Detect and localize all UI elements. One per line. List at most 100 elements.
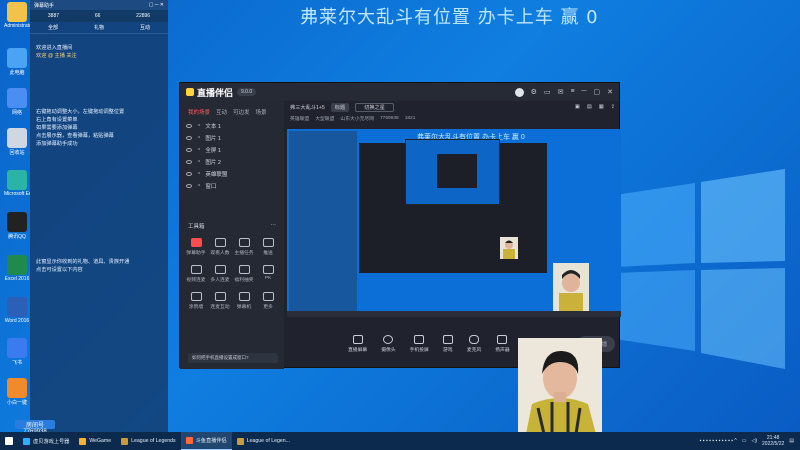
taskbar-item[interactable]: League of Legen... — [232, 432, 295, 450]
desktop-icon-recycle-bin[interactable]: 回收站 — [4, 128, 30, 156]
monitor-icon — [352, 335, 363, 344]
eye-icon[interactable] — [186, 148, 192, 152]
screen-icon[interactable]: ▭ — [544, 88, 551, 97]
qq-icon — [7, 212, 27, 232]
tool-more[interactable]: 更多 — [256, 292, 280, 310]
tool-microphone[interactable]: 麦克风 — [467, 335, 481, 353]
tool-graffiti[interactable]: 涂鸦墙 — [184, 292, 208, 310]
volume-icon[interactable]: ◁) — [752, 438, 758, 444]
stream-preview[interactable]: 弗莱尔大乱斗有位置 办卡上车 赢 0 — [287, 129, 621, 317]
scene-item[interactable]: ◔ 英雄联盟 — [180, 168, 284, 180]
grid-icon[interactable]: ▦ — [599, 104, 604, 110]
more-icon[interactable]: ⋯ — [271, 222, 277, 230]
menu-icon[interactable]: ≡ — [570, 88, 574, 97]
tool-game[interactable]: 游戏 — [442, 335, 453, 353]
tab-source[interactable]: 可边发 — [233, 108, 250, 116]
desktop-icon-feishu[interactable]: 飞书 — [4, 338, 30, 366]
tool-video-link[interactable]: 视频连麦 — [184, 265, 208, 283]
network-icon[interactable]: ▭ — [742, 438, 747, 444]
play-icon — [442, 335, 453, 344]
word-icon — [7, 297, 27, 317]
desktop-icon-administrator[interactable]: Administrator — [4, 2, 30, 29]
chat-message: 此窗显示你收到的礼物、道具、贵族开通 — [36, 259, 130, 265]
eye-icon[interactable] — [186, 160, 192, 164]
danmu-helper-header: 弹幕助手 ▢ ─ ✕ — [30, 0, 168, 10]
desktop-icon-word[interactable]: Word 2016 — [4, 297, 30, 324]
clock-date: 2022/5/22 — [762, 441, 785, 447]
tool-tasks[interactable]: 主播任务 — [232, 238, 256, 256]
eye-icon[interactable] — [186, 184, 192, 188]
live-companion-window[interactable]: 直播伴侣 9.0.0 ⚙ ▭ ✉ ≡ ─ ▢ ✕ 我的场景 互动 可边发 场景 … — [179, 82, 621, 369]
tool-danmu-helper[interactable]: 弹幕助手 — [184, 238, 208, 256]
desktop-icon-edge[interactable]: Microsoft Edge — [4, 170, 30, 197]
tool-speaker[interactable]: 扬声器 — [495, 335, 510, 353]
lock-icon[interactable]: ◔ — [197, 183, 200, 189]
taskbar-item[interactable]: WeGame — [74, 432, 116, 450]
taskbar-item[interactable]: 虚贝游戏上号器 — [18, 432, 74, 450]
lock-icon[interactable]: ◔ — [197, 147, 200, 153]
tool-camera[interactable]: 摄像头 — [381, 335, 396, 353]
settings-icon[interactable]: ⚙ — [531, 88, 537, 97]
window-controls[interactable]: ▢ ─ ✕ — [149, 2, 164, 8]
danmu-helper-panel[interactable]: 弹幕助手 ▢ ─ ✕ 3887 66 22896 全部 礼物 互动 欢迎进入直播… — [30, 0, 168, 432]
lock-icon[interactable]: ◔ — [197, 135, 200, 141]
tool-multi-link[interactable]: 多人连麦 — [208, 265, 232, 283]
desktop-icon-excel[interactable]: Excel 2016 — [4, 255, 30, 282]
close-icon[interactable]: ✕ — [607, 88, 613, 97]
eye-icon[interactable] — [186, 124, 192, 128]
excel-icon — [7, 255, 27, 275]
desktop-icon-this-pc[interactable]: 此电脑 — [4, 48, 30, 76]
wegame-icon — [79, 437, 87, 445]
camera-icon — [383, 335, 394, 344]
tab-gifts[interactable]: 礼物 — [94, 24, 104, 31]
tab-interact[interactable]: 互动 — [216, 108, 227, 116]
tab-interact[interactable]: 互动 — [140, 24, 150, 31]
user-icon — [214, 238, 226, 247]
stat-viewers: 3887 — [47, 13, 60, 19]
scene-sidebar: 我的场景 互动 可边发 场景 ◔ 文本 1 ◔ 图片 1 ◔ 全屏 1 ◔ 图片 2 ◔… — [180, 101, 284, 369]
lock-icon[interactable]: ◔ — [197, 171, 200, 177]
scene-item[interactable]: ◔ 图片 2 — [180, 156, 284, 168]
tray-icons[interactable]: ▪ ▪ ▪ ▪ ▪ ▪ ▪ ▪ ▪ ▪ ▪ ^ — [700, 438, 737, 444]
gift-icon[interactable]: ▣ — [575, 104, 580, 110]
tool-screen-capture[interactable]: 直播屏幕 — [348, 335, 367, 353]
scene-item[interactable]: ◔ 图片 1 — [180, 132, 284, 144]
scene-item[interactable]: ◔ 窗口 — [180, 180, 284, 192]
game-category[interactable]: 英雄联盟 — [290, 115, 309, 122]
layout-icon[interactable]: ▤ — [587, 104, 592, 110]
maximize-icon[interactable]: ▢ — [594, 88, 601, 97]
taskbar-item[interactable]: League of Legends — [116, 432, 180, 450]
help-notice[interactable]: 如何把手机直播设置成窗口? — [188, 353, 278, 363]
tool-link-interact[interactable]: 连麦互动 — [208, 292, 232, 310]
more-icon — [262, 292, 274, 301]
title-input[interactable]: 切换之星 — [355, 102, 394, 112]
tool-pk[interactable]: PK — [256, 265, 280, 283]
notification-icon[interactable]: ▤ — [789, 438, 794, 444]
tool-phone-cast[interactable]: 手机投屏 — [410, 335, 429, 353]
lock-icon[interactable]: ◔ — [197, 123, 200, 129]
tool-viewers[interactable]: 观看人数 — [208, 238, 232, 256]
desktop-icon-network[interactable]: 网络 — [4, 88, 30, 116]
start-button[interactable] — [0, 432, 18, 450]
scene-item[interactable]: ◔ 全屏 1 — [180, 144, 284, 156]
tool-danmu-machine[interactable]: 弹幕机 — [232, 292, 256, 310]
viewer-count: 1821 — [404, 115, 416, 121]
scene-item[interactable]: ◔ 文本 1 — [180, 120, 284, 132]
taskbar-item[interactable]: 斗鱼直播伴侣 — [180, 432, 232, 450]
desktop-icon-qq[interactable]: 腾讯QQ — [4, 212, 30, 240]
lock-icon[interactable]: ◔ — [197, 159, 200, 165]
minimize-icon[interactable]: ─ — [582, 88, 587, 97]
avatar[interactable] — [514, 87, 524, 97]
clock[interactable]: 21:48 2022/5/22 — [762, 435, 784, 447]
tab-my-scenes[interactable]: 我的场景 — [188, 108, 210, 116]
mail-icon[interactable]: ✉ — [558, 88, 564, 97]
tab-scene[interactable]: 场景 — [256, 108, 267, 116]
desktop-icon-xiaobai[interactable]: 小白一键 — [4, 378, 30, 406]
eye-icon[interactable] — [186, 172, 192, 176]
tool-lottery[interactable]: 福利抽奖 — [232, 265, 256, 283]
share-icon[interactable]: ⇪ — [611, 104, 615, 110]
title-pill[interactable]: 标题 — [330, 102, 350, 112]
eye-icon[interactable] — [186, 136, 192, 140]
tool-push[interactable]: 推送 — [256, 238, 280, 256]
tab-all[interactable]: 全部 — [48, 24, 58, 31]
